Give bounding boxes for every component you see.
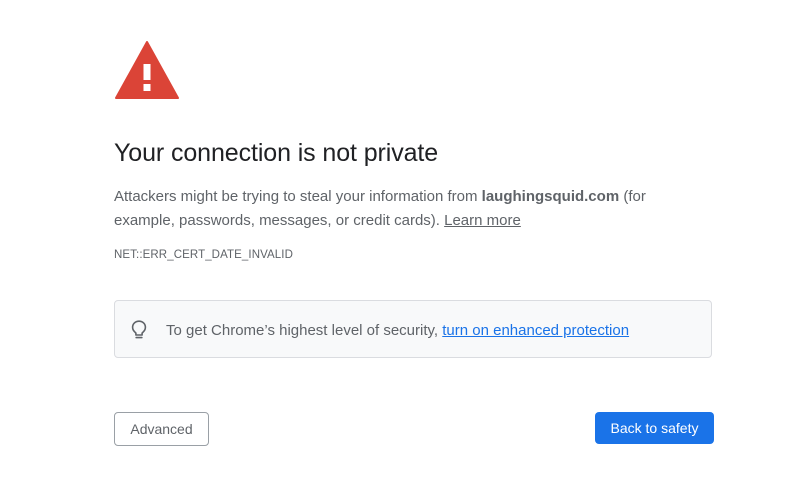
enhanced-protection-text: To get Chrome’s highest level of securit… [166, 322, 629, 339]
back-to-safety-button[interactable]: Back to safety [595, 412, 714, 444]
enhanced-protection-link[interactable]: turn on enhanced protection [442, 322, 629, 339]
page-title: Your connection is not private [114, 139, 439, 167]
learn-more-link[interactable]: Learn more [444, 212, 521, 229]
enhanced-protection-box: To get Chrome’s highest level of securit… [114, 300, 712, 358]
advanced-button[interactable]: Advanced [114, 412, 209, 446]
message-text-before: Attackers might be trying to steal your … [114, 188, 482, 205]
lightbulb-icon [131, 320, 147, 339]
warning-triangle-icon [115, 41, 179, 99]
interstitial-page: Your connection is not private Attackers… [0, 0, 806, 492]
warning-message: Attackers might be trying to steal your … [114, 185, 684, 233]
error-code: NET::ERR_CERT_DATE_INVALID [114, 249, 293, 261]
site-domain: laughingsquid.com [481, 188, 620, 205]
enhanced-protection-label: To get Chrome’s highest level of securit… [166, 322, 443, 339]
